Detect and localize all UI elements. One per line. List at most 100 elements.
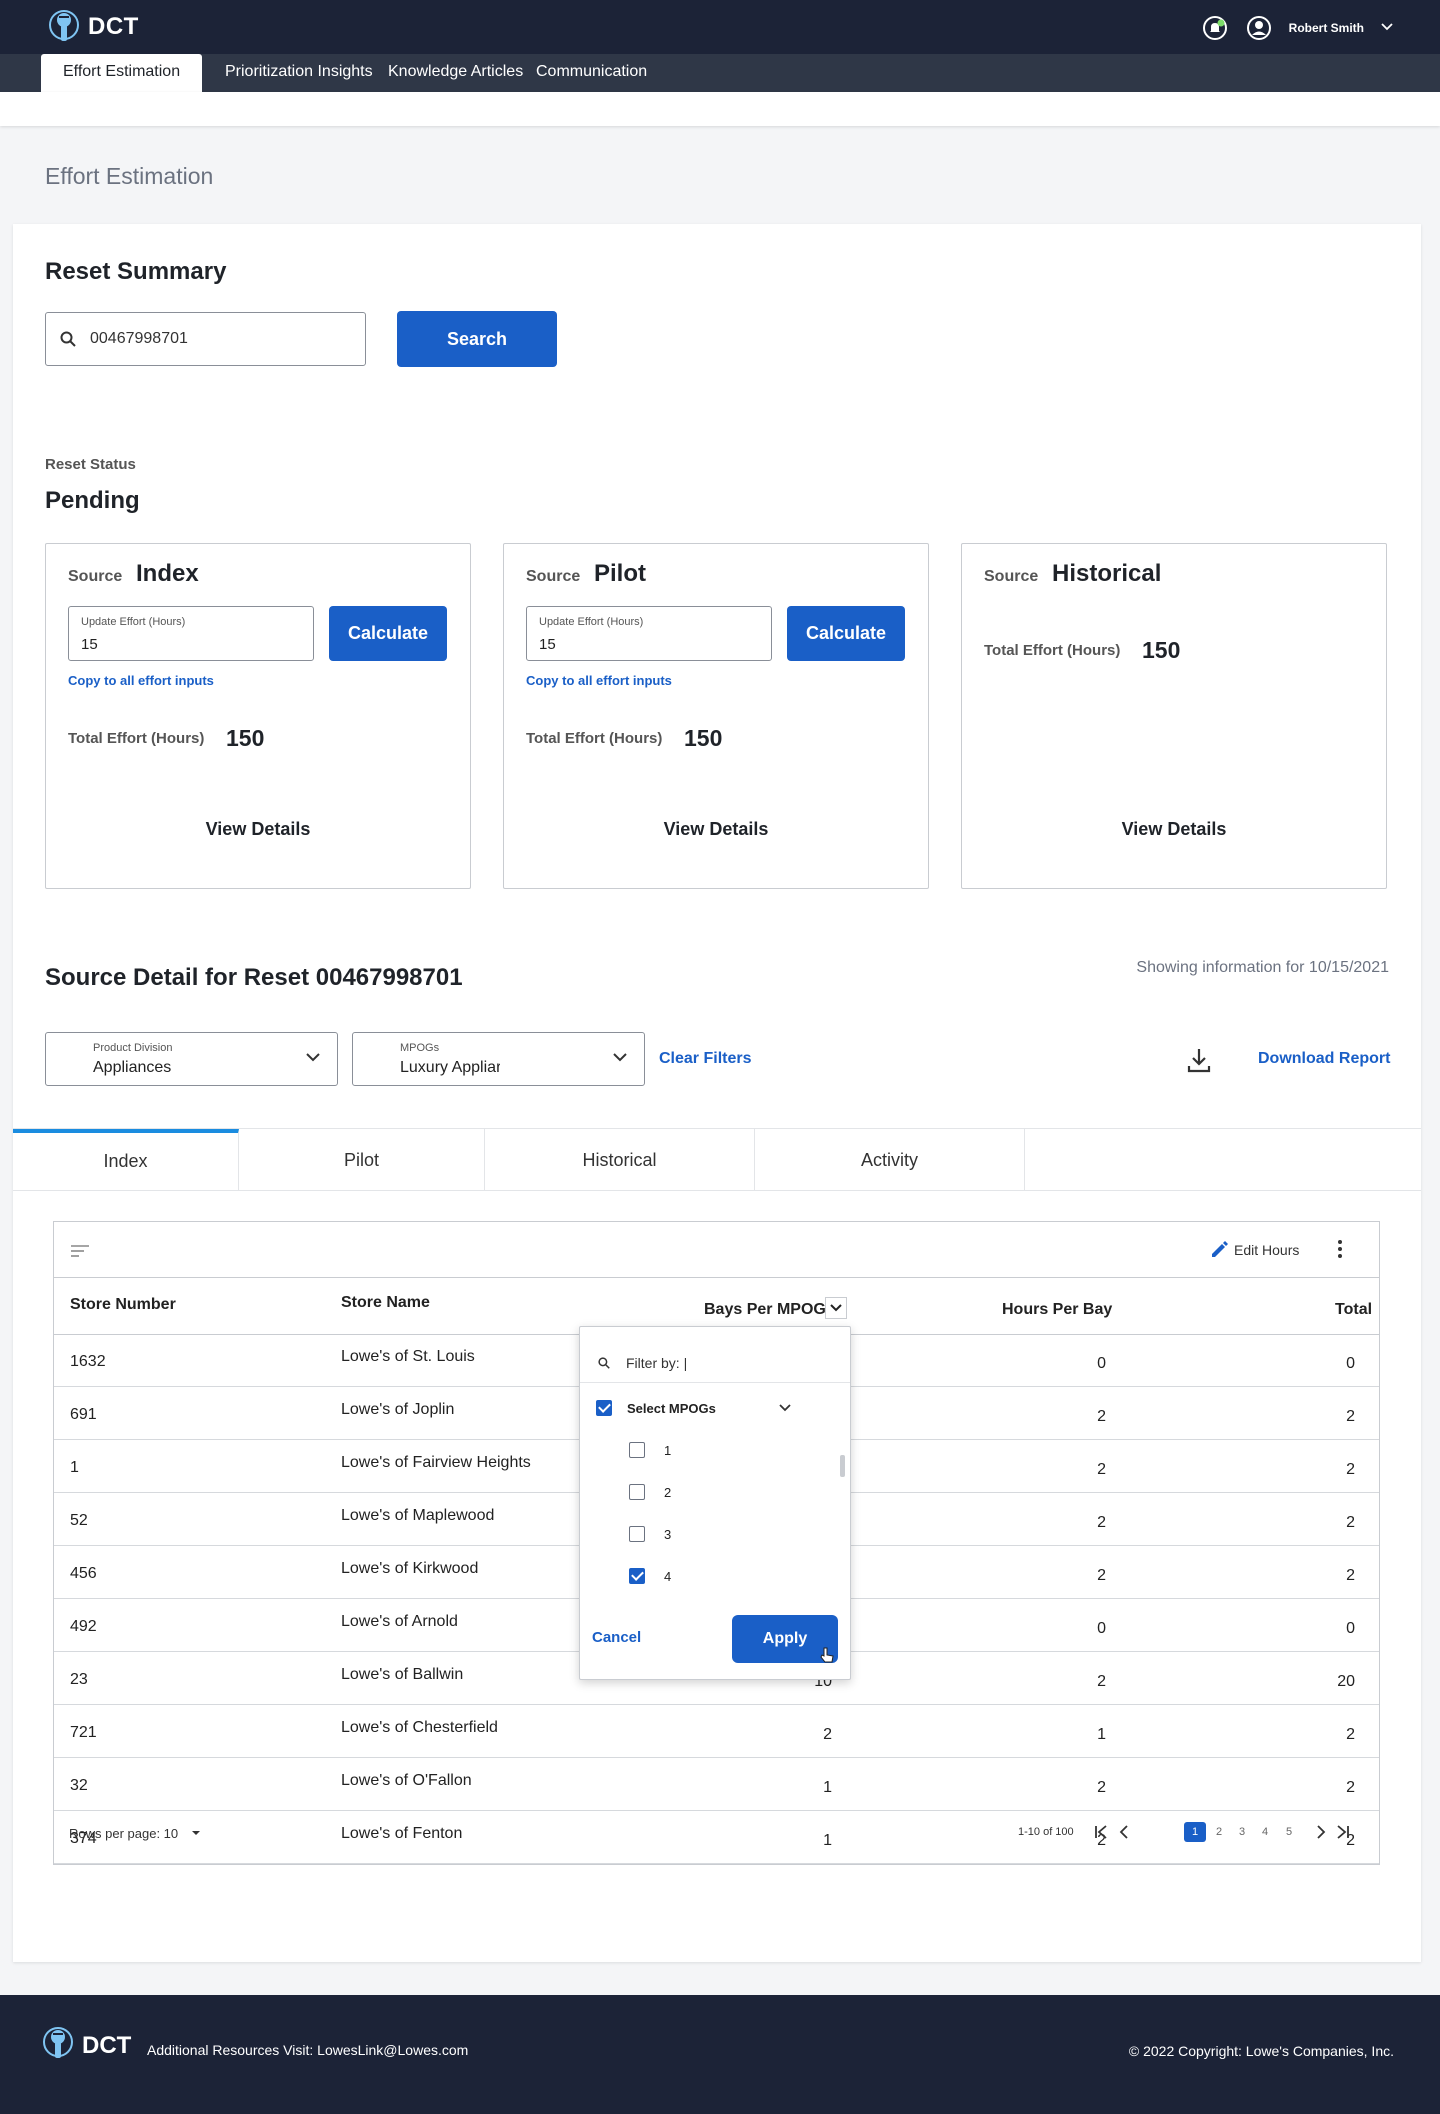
mpog-option-checkbox[interactable] — [629, 1442, 645, 1458]
prev-page-icon[interactable] — [1119, 1824, 1129, 1840]
col-total[interactable]: Total — [1335, 1301, 1372, 1319]
select-all-checkbox[interactable] — [596, 1400, 612, 1416]
cell-store-name: Lowe's of Kirkwood — [341, 1560, 479, 1577]
source-card-index: Source Index Update Effort (Hours) 15 Ca… — [45, 543, 471, 889]
update-effort-value[interactable]: 15 — [81, 636, 98, 653]
table-toolbar: Edit Hours — [54, 1222, 1379, 1278]
col-store-number[interactable]: Store Number — [70, 1296, 176, 1314]
cell-store-number: 1 — [70, 1459, 79, 1476]
mpogs-select[interactable]: MPOGs Luxury Appliar — [352, 1032, 645, 1086]
first-page-icon[interactable] — [1094, 1824, 1108, 1840]
footer-copyright: © 2022 Copyright: Lowe's Companies, Inc. — [1128, 2043, 1394, 2059]
clear-filters-link[interactable]: Clear Filters — [659, 1050, 751, 1068]
page-number[interactable]: 2 — [1208, 1822, 1230, 1842]
sort-icon[interactable] — [70, 1244, 90, 1258]
app-logo[interactable]: DCT — [48, 8, 139, 46]
copy-to-all-link[interactable]: Copy to all effort inputs — [68, 673, 214, 688]
cell-store-number: 1632 — [70, 1353, 106, 1370]
source-name: Historical — [1052, 560, 1162, 587]
notification-bell-icon[interactable] — [1201, 14, 1229, 42]
view-details-link[interactable]: View Details — [962, 819, 1386, 840]
source-label: Source — [984, 568, 1039, 585]
nav-tab-prioritization-insights[interactable]: Prioritization Insights — [225, 54, 373, 92]
cancel-button[interactable]: Cancel — [592, 1629, 641, 1646]
cell-total: 0 — [1346, 1620, 1355, 1637]
showing-info-text: Showing information for 10/15/2021 — [1136, 959, 1389, 976]
view-details-link[interactable]: View Details — [46, 819, 470, 840]
next-page-icon[interactable] — [1316, 1824, 1326, 1840]
cell-store-name: Lowe's of Ballwin — [341, 1666, 464, 1683]
chevron-down-icon[interactable] — [778, 1403, 792, 1413]
total-effort-label: Total Effort (Hours) — [526, 730, 663, 747]
nav-tab-effort-estimation[interactable]: Effort Estimation — [41, 54, 203, 92]
calculate-button[interactable]: Calculate — [329, 606, 447, 661]
cell-bays: 2 — [823, 1726, 832, 1743]
user-name[interactable]: Robert Smith — [1289, 21, 1364, 35]
mpog-option-checkbox[interactable] — [629, 1484, 645, 1500]
mpog-option-label: 1 — [664, 1443, 672, 1458]
main-nav: Effort Estimation Prioritization Insight… — [0, 54, 1440, 92]
view-details-link[interactable]: View Details — [504, 819, 928, 840]
download-icon[interactable] — [1185, 1046, 1213, 1074]
page-number[interactable]: 3 — [1231, 1822, 1253, 1842]
reset-search-field[interactable] — [45, 312, 366, 366]
top-header: DCT Robert Smith — [0, 0, 1440, 54]
user-avatar-icon[interactable] — [1245, 14, 1273, 42]
tab-historical[interactable]: Historical — [485, 1129, 755, 1191]
update-effort-field[interactable]: Update Effort (Hours) 15 — [68, 606, 314, 661]
search-icon — [60, 331, 76, 347]
rows-per-page[interactable]: Rows per page: 10 — [69, 1826, 178, 1841]
reset-summary-heading: Reset Summary — [45, 258, 227, 285]
mpog-option-checkbox[interactable] — [629, 1526, 645, 1542]
calculate-button[interactable]: Calculate — [787, 606, 905, 661]
tab-index[interactable]: Index — [13, 1129, 239, 1191]
page-number[interactable]: 4 — [1254, 1822, 1276, 1842]
download-report-link[interactable]: Download Report — [1258, 1050, 1390, 1068]
cell-hours: 0 — [1097, 1620, 1106, 1637]
chevron-down-icon[interactable] — [1380, 19, 1394, 37]
popover-filter-field[interactable]: Filter by: | — [580, 1343, 850, 1383]
popover-scrollbar[interactable] — [840, 1455, 845, 1477]
edit-hours-button[interactable]: Edit Hours — [1234, 1242, 1299, 1258]
total-effort-value: 150 — [684, 725, 723, 751]
cell-store-number: 23 — [70, 1671, 88, 1688]
col-bays-per-mpog[interactable]: Bays Per MPOG — [704, 1301, 826, 1319]
caret-down-icon[interactable] — [191, 1830, 201, 1836]
page-number[interactable]: 5 — [1278, 1822, 1300, 1842]
tab-activity[interactable]: Activity — [755, 1129, 1025, 1191]
edit-pencil-icon[interactable] — [1209, 1240, 1229, 1260]
update-effort-field[interactable]: Update Effort (Hours) 15 — [526, 606, 772, 661]
cell-hours: 1 — [1097, 1726, 1106, 1743]
last-page-icon[interactable] — [1336, 1824, 1350, 1840]
cell-hours: 2 — [1097, 1514, 1106, 1531]
search-input[interactable] — [90, 330, 310, 348]
page-title: Effort Estimation — [45, 163, 214, 189]
nav-tab-knowledge-articles[interactable]: Knowledge Articles — [388, 54, 523, 92]
mpog-option-label: 3 — [664, 1527, 672, 1542]
mpog-option-checkbox[interactable] — [629, 1568, 645, 1584]
page-number[interactable]: 1 — [1184, 1822, 1206, 1842]
filter-input[interactable]: Filter by: | — [626, 1355, 687, 1371]
table-row[interactable]: 721 Lowe's of Chesterfield 2 1 2 — [54, 1705, 1379, 1758]
source-tabs: Index Pilot Historical Activity — [13, 1128, 1421, 1191]
search-button[interactable]: Search — [397, 311, 557, 367]
column-filter-toggle[interactable] — [825, 1297, 847, 1319]
mpog-option-label: 2 — [664, 1485, 672, 1500]
cell-hours: 2 — [1097, 1461, 1106, 1478]
cell-hours: 2 — [1097, 1779, 1106, 1796]
col-hours-per-bay[interactable]: Hours Per Bay — [1002, 1301, 1112, 1319]
chevron-down-icon — [830, 1304, 842, 1312]
footer-resources[interactable]: Additional Resources Visit: LowesLink@Lo… — [147, 2042, 468, 2058]
source-label: Source — [68, 568, 123, 585]
product-division-select[interactable]: Product Division Appliances — [45, 1032, 338, 1086]
tab-pilot[interactable]: Pilot — [239, 1129, 485, 1191]
update-effort-value[interactable]: 15 — [539, 636, 556, 653]
col-store-name[interactable]: Store Name — [341, 1294, 430, 1312]
nav-tab-communication[interactable]: Communication — [536, 54, 647, 92]
copy-to-all-link[interactable]: Copy to all effort inputs — [526, 673, 672, 688]
cell-store-name: Lowe's of St. Louis — [341, 1348, 475, 1365]
cell-store-number: 456 — [70, 1565, 97, 1582]
cell-total: 2 — [1346, 1779, 1355, 1796]
more-vert-icon[interactable] — [1337, 1239, 1343, 1259]
app-name: DCT — [88, 13, 139, 40]
